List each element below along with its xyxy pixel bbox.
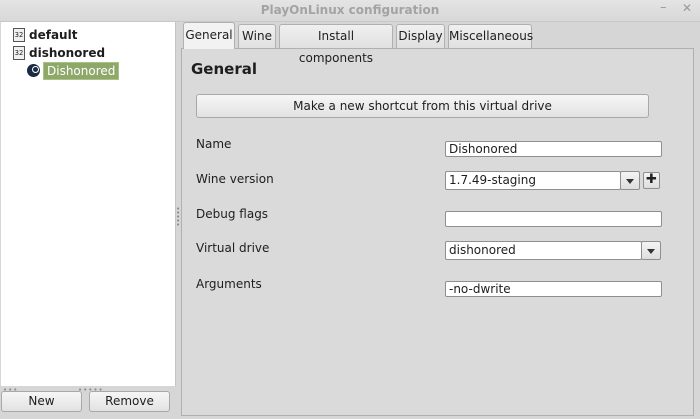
- debug-flags-input[interactable]: [445, 211, 662, 227]
- arguments-label: Arguments: [196, 277, 262, 291]
- new-button[interactable]: New: [1, 391, 82, 412]
- wine-version-select[interactable]: 1.7.49-staging: [445, 171, 621, 190]
- wine-32bit-icon: 32: [13, 27, 25, 42]
- wine-version-label: Wine version: [196, 172, 274, 186]
- title-bar: PlayOnLinux configuration – ✕: [0, 0, 700, 22]
- close-icon[interactable]: ✕: [682, 1, 692, 15]
- make-shortcut-button[interactable]: Make a new shortcut from this virtual dr…: [196, 94, 649, 118]
- tree-item-dishonored-shortcut[interactable]: Dishonored: [27, 61, 120, 80]
- remove-button[interactable]: Remove: [89, 391, 170, 412]
- name-label: Name: [196, 137, 232, 151]
- tab-install-components[interactable]: Install components: [279, 24, 393, 65]
- tab-general[interactable]: General: [183, 22, 235, 49]
- virtual-drive-label: Virtual drive: [196, 241, 270, 255]
- tab-display[interactable]: Display: [396, 24, 445, 48]
- section-heading: General: [191, 60, 257, 78]
- virtual-drive-tree[interactable]: 32 default 32 dishonored Dishonored: [1, 22, 176, 386]
- wine-32bit-icon: 32: [13, 45, 25, 60]
- steam-icon: [27, 64, 40, 77]
- tree-item-label: default: [29, 27, 78, 42]
- debug-flags-label: Debug flags: [196, 207, 269, 221]
- virtual-drive-select[interactable]: dishonored: [445, 241, 642, 260]
- vertical-splitter-handle[interactable]: • • • • •: [176, 206, 180, 229]
- tree-item-label: Dishonored: [43, 61, 120, 80]
- minimize-icon[interactable]: –: [660, 0, 667, 15]
- arguments-input[interactable]: -no-dwrite: [445, 281, 662, 297]
- tab-wine[interactable]: Wine: [238, 24, 276, 48]
- window-title: PlayOnLinux configuration: [260, 3, 440, 17]
- tree-item-label: dishonored: [29, 45, 106, 60]
- tree-item-dishonored[interactable]: 32 dishonored: [13, 44, 105, 61]
- chevron-down-icon[interactable]: [620, 171, 640, 190]
- add-wine-version-button[interactable]: ✚: [643, 172, 660, 189]
- chevron-down-icon[interactable]: [641, 241, 661, 260]
- tree-item-default[interactable]: 32 default: [13, 26, 77, 43]
- tab-miscellaneous[interactable]: Miscellaneous: [448, 24, 533, 48]
- name-input[interactable]: Dishonored: [445, 141, 662, 157]
